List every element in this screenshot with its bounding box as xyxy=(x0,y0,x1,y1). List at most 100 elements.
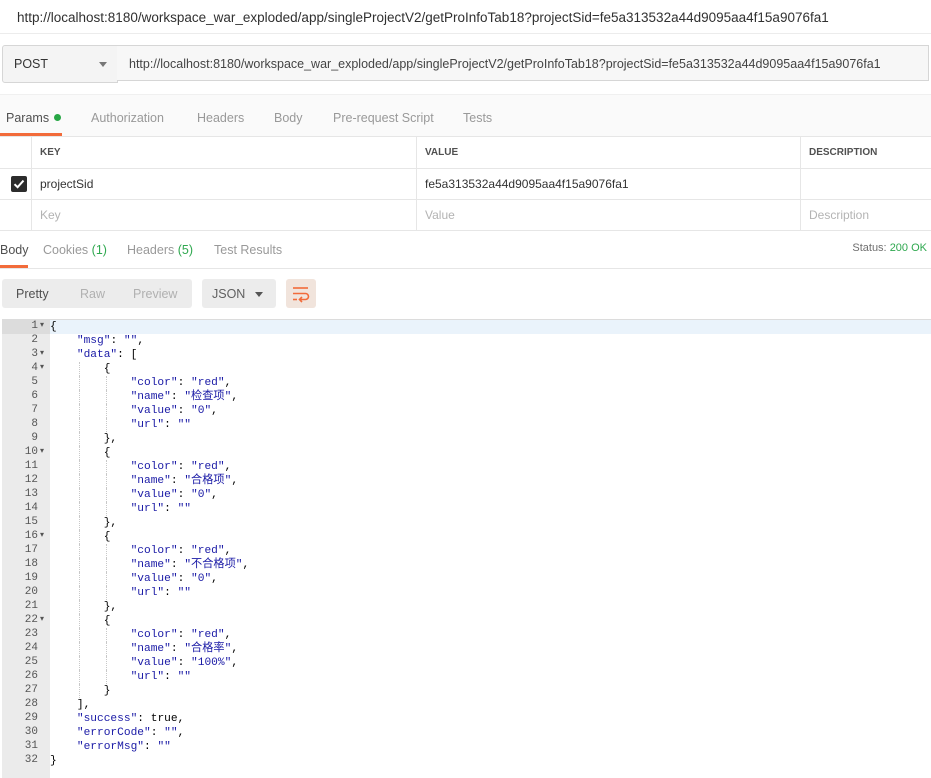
line-number-text: 20 xyxy=(24,586,38,598)
code-line: "data": [ xyxy=(50,348,931,362)
indent-guide xyxy=(106,642,108,656)
json-token: : xyxy=(177,461,192,473)
method-select[interactable]: POST xyxy=(2,45,118,83)
param-checkbox-cell xyxy=(0,169,31,199)
format-select[interactable]: JSON xyxy=(202,279,276,308)
indent-guide xyxy=(106,390,108,404)
param-checkbox[interactable] xyxy=(11,176,27,192)
raw-button[interactable]: Raw xyxy=(80,287,105,301)
json-string: "success" xyxy=(76,713,138,725)
indent-guide xyxy=(79,586,81,600)
indent-guide xyxy=(79,530,81,544)
code-area[interactable]: { "msg": "", "data": [ { "color": "red",… xyxy=(50,320,931,778)
json-string: "color" xyxy=(130,629,178,641)
code-line: "errorCode": "", xyxy=(50,726,931,740)
line-number: 19 xyxy=(2,572,50,586)
headers-count: (5) xyxy=(177,243,194,257)
json-token: , xyxy=(231,643,239,655)
tab-response-body[interactable]: Body xyxy=(0,243,29,257)
json-token: : xyxy=(177,377,192,389)
new-key-input[interactable]: Key xyxy=(31,200,416,230)
code-line: { xyxy=(50,614,931,628)
fold-arrow-icon[interactable]: ▾ xyxy=(40,446,44,455)
tab-pre-request-script[interactable]: Pre-request Script xyxy=(333,111,434,125)
line-number: 4 ▾ xyxy=(2,362,50,376)
indent-guide xyxy=(79,600,81,614)
json-token: }, xyxy=(103,517,118,529)
code-line: "url": "" xyxy=(50,418,931,432)
response-body-editor[interactable]: 1 ▾ 2 3 ▾ 4 ▾ 5 6 7 8 9 10 ▾ 11 12 13 14 15 16 ▾ 17 18 19 20 21 22… xyxy=(2,319,931,778)
tab-body[interactable]: Body xyxy=(274,111,303,125)
tab-authorization[interactable]: Authorization xyxy=(91,111,164,125)
line-number: 12 xyxy=(2,474,50,488)
code-line: "color": "red", xyxy=(50,460,931,474)
indent-guide xyxy=(79,558,81,572)
wrap-lines-button[interactable] xyxy=(286,279,316,308)
new-description-input[interactable]: Description xyxy=(800,200,931,230)
tab-headers[interactable]: Headers xyxy=(197,111,244,125)
indent-guide xyxy=(106,572,108,586)
json-token: , xyxy=(231,475,239,487)
param-description-input[interactable] xyxy=(800,169,931,199)
param-value-input[interactable]: fe5a313532a44d9095aa4f15a9076fa1 xyxy=(416,169,800,199)
json-token: : xyxy=(164,671,178,683)
indent-guide xyxy=(106,376,108,390)
json-string: "value" xyxy=(130,405,178,417)
line-number-text: 29 xyxy=(24,712,38,724)
code-line: "value": "100%", xyxy=(50,656,931,670)
tab-cookies[interactable]: Cookies (1) xyxy=(43,243,107,257)
preview-button[interactable]: Preview xyxy=(133,287,177,301)
json-string: "value" xyxy=(130,489,178,501)
json-token: , xyxy=(242,559,250,571)
new-value-input[interactable]: Value xyxy=(416,200,800,230)
line-number: 31 xyxy=(2,740,50,754)
indent-guide xyxy=(79,614,81,628)
code-line: "url": "" xyxy=(50,502,931,516)
pretty-button[interactable]: Pretty xyxy=(16,287,49,301)
tab-test-results[interactable]: Test Results xyxy=(214,243,282,257)
tab-response-headers[interactable]: Headers (5) xyxy=(127,243,193,257)
title-divider xyxy=(0,33,931,34)
json-string: "red" xyxy=(191,377,225,389)
tab-tests[interactable]: Tests xyxy=(463,111,492,125)
indent-guide xyxy=(79,628,81,642)
indent-guide xyxy=(79,642,81,656)
indent-guide xyxy=(79,670,81,684)
line-number-text: 11 xyxy=(24,460,38,472)
fold-arrow-icon[interactable]: ▾ xyxy=(40,362,44,371)
table-row: projectSid fe5a313532a44d9095aa4f15a9076… xyxy=(0,169,931,200)
code-line: { xyxy=(50,530,931,544)
line-number-text: 15 xyxy=(24,516,38,528)
json-token: : xyxy=(177,573,192,585)
method-label: POST xyxy=(14,57,49,71)
line-number: 14 xyxy=(2,502,50,516)
json-token: : xyxy=(170,391,185,403)
line-number: 30 xyxy=(2,726,50,740)
tab-params[interactable]: Params xyxy=(6,111,62,125)
line-number: 23 xyxy=(2,628,50,642)
line-number-text: 6 xyxy=(31,390,38,402)
json-token: }, xyxy=(103,601,118,613)
param-key-input[interactable]: projectSid xyxy=(31,169,416,199)
fold-arrow-icon[interactable]: ▾ xyxy=(40,320,44,329)
json-string: "合格率" xyxy=(184,643,232,655)
fold-arrow-icon[interactable]: ▾ xyxy=(40,348,44,357)
json-string: "0" xyxy=(191,489,212,501)
fold-arrow-icon[interactable]: ▾ xyxy=(40,530,44,539)
json-token: : xyxy=(177,489,192,501)
line-number: 25 xyxy=(2,656,50,670)
fold-arrow-icon[interactable]: ▾ xyxy=(40,614,44,623)
url-input[interactable]: http://localhost:8180/workspace_war_expl… xyxy=(117,45,929,81)
code-line: "errorMsg": "" xyxy=(50,740,931,754)
